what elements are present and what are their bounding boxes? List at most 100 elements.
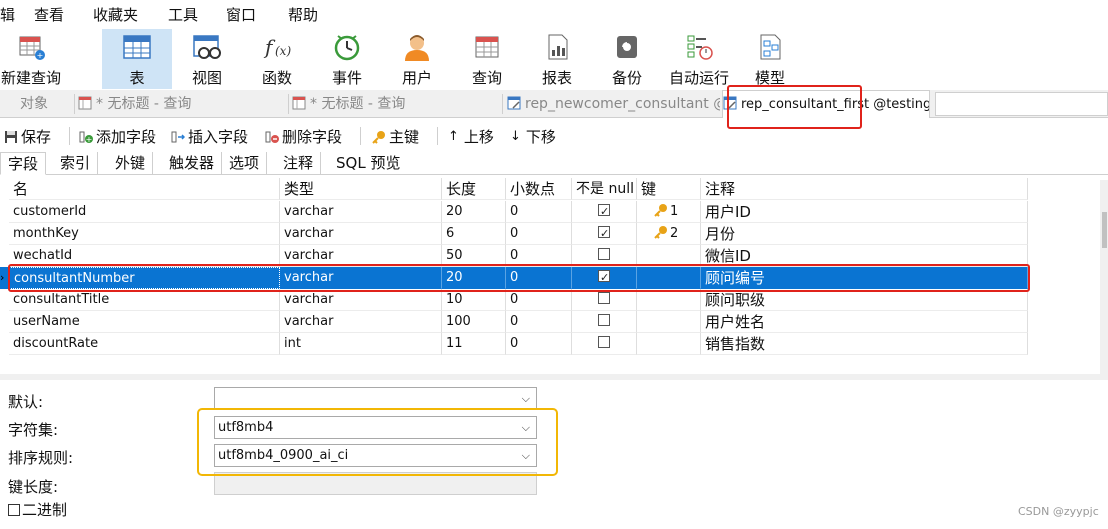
tab-fields[interactable]: 字段 bbox=[0, 152, 47, 175]
binary-checkbox-box[interactable] bbox=[8, 504, 20, 516]
cell-length[interactable]: 11 bbox=[442, 333, 506, 355]
key-cell[interactable]: 1 bbox=[637, 201, 701, 223]
tab-rep-newcomer-consultant[interactable]: rep_newcomer_consultant @te... bbox=[507, 90, 720, 118]
cell-decimals[interactable]: 0 bbox=[506, 201, 572, 223]
menu-window[interactable]: 窗口 bbox=[226, 4, 256, 25]
not-null-cell[interactable] bbox=[572, 223, 637, 245]
cell-name[interactable]: monthKey bbox=[9, 223, 280, 245]
cell-type[interactable]: varchar bbox=[280, 289, 442, 311]
tab-foreign-keys[interactable]: 外键 bbox=[108, 152, 154, 175]
not-null-checkbox[interactable] bbox=[598, 248, 610, 260]
tab-objects[interactable]: 对象 bbox=[20, 90, 75, 118]
column-header-not-null[interactable]: 不是 null bbox=[572, 178, 637, 200]
move-down-button[interactable]: ↓ 下移 bbox=[510, 126, 556, 147]
not-null-checkbox[interactable] bbox=[598, 223, 610, 244]
column-header-comment[interactable]: 注释 bbox=[701, 178, 1028, 200]
cell-comment[interactable]: 用户姓名 bbox=[701, 311, 1028, 333]
grid-horizontal-splitter[interactable] bbox=[0, 374, 1108, 380]
grid-vertical-scrollbar[interactable] bbox=[1100, 180, 1108, 374]
cell-decimals[interactable]: 0 bbox=[506, 311, 572, 333]
insert-field-button[interactable]: 插入字段 bbox=[171, 126, 248, 147]
cell-name[interactable]: discountRate bbox=[9, 333, 280, 355]
menu-help[interactable]: 帮助 bbox=[288, 4, 318, 25]
view-button[interactable]: 视图 bbox=[172, 29, 242, 89]
tab-sql-preview[interactable]: SQL 预览 bbox=[329, 152, 407, 175]
not-null-cell[interactable] bbox=[572, 289, 637, 311]
table-row[interactable]: customerIdvarchar200 1 用户ID bbox=[0, 201, 1028, 223]
column-header-name[interactable]: 名 bbox=[9, 178, 280, 200]
cell-decimals[interactable]: 0 bbox=[506, 289, 572, 311]
primary-key-button[interactable]: 主键 bbox=[372, 126, 419, 147]
cell-type[interactable]: int bbox=[280, 333, 442, 355]
cell-length[interactable]: 20 bbox=[442, 201, 506, 223]
key-cell[interactable] bbox=[637, 289, 701, 311]
menu-view[interactable]: 查看 bbox=[34, 4, 64, 25]
binary-checkbox[interactable]: 二进制 bbox=[8, 499, 67, 520]
not-null-cell[interactable] bbox=[572, 333, 637, 355]
column-header-length[interactable]: 长度 bbox=[442, 178, 506, 200]
add-field-button[interactable]: + 添加字段 bbox=[79, 126, 156, 147]
new-query-button[interactable]: + 新建查询 bbox=[0, 29, 67, 89]
user-button[interactable]: 用户 bbox=[382, 29, 452, 89]
cell-decimals[interactable]: 0 bbox=[506, 333, 572, 355]
table-row[interactable]: monthKeyvarchar60 2 月份 bbox=[0, 223, 1028, 245]
cell-name[interactable]: customerId bbox=[9, 201, 280, 223]
tab-strip-search-field[interactable] bbox=[935, 92, 1108, 116]
menu-favorites[interactable]: 收藏夹 bbox=[93, 4, 138, 25]
not-null-checkbox[interactable] bbox=[598, 314, 610, 326]
table-row[interactable]: consultantTitle varchar 10 0 顾问职级 bbox=[0, 289, 1028, 311]
table-button[interactable]: 表 bbox=[102, 29, 172, 89]
not-null-cell[interactable] bbox=[572, 311, 637, 333]
cell-name[interactable]: userName bbox=[9, 311, 280, 333]
key-cell[interactable]: 2 bbox=[637, 223, 701, 245]
move-up-button[interactable]: ↑ 上移 bbox=[448, 126, 494, 147]
grid-scrollbar-thumb[interactable] bbox=[1102, 212, 1107, 248]
column-header-decimals[interactable]: 小数点 bbox=[506, 178, 572, 200]
event-button[interactable]: 事件 bbox=[312, 29, 382, 89]
menu-tools[interactable]: 工具 bbox=[168, 4, 198, 25]
key-icon bbox=[654, 204, 667, 217]
cell-length[interactable]: 100 bbox=[442, 311, 506, 333]
cell-type[interactable]: varchar bbox=[280, 201, 442, 223]
backup-button[interactable]: 备份 bbox=[592, 29, 662, 89]
report-button[interactable]: 报表 bbox=[522, 29, 592, 89]
column-header-type[interactable]: 类型 bbox=[280, 178, 442, 200]
default-field[interactable]: ⌵ bbox=[214, 387, 537, 410]
key-cell[interactable] bbox=[637, 333, 701, 355]
tab-comment[interactable]: 注释 bbox=[276, 152, 322, 175]
query-button[interactable]: 查询 bbox=[452, 29, 522, 89]
cell-length[interactable]: 6 bbox=[442, 223, 506, 245]
cell-comment[interactable]: 月份 bbox=[701, 223, 1028, 245]
save-button[interactable]: 保存 bbox=[4, 126, 51, 147]
cell-decimals[interactable]: 0 bbox=[506, 223, 572, 245]
automation-button[interactable]: 自动运行 bbox=[662, 29, 736, 89]
tab-triggers[interactable]: 触发器 bbox=[162, 152, 223, 175]
column-header-key[interactable]: 键 bbox=[637, 178, 701, 200]
delete-field-button[interactable]: 删除字段 bbox=[265, 126, 342, 147]
not-null-checkbox[interactable] bbox=[598, 292, 610, 304]
function-button[interactable]: f (x) 函数 bbox=[242, 29, 312, 89]
tab-untitled-query-2[interactable]: * 无标题 - 查询 bbox=[292, 90, 502, 118]
menu-edit[interactable]: 辑 bbox=[0, 4, 15, 25]
toolbar-divider bbox=[437, 127, 438, 145]
not-null-checkbox[interactable] bbox=[598, 336, 610, 348]
move-up-label: 上移 bbox=[463, 128, 494, 146]
not-null-cell[interactable] bbox=[572, 201, 637, 223]
cell-comment[interactable]: 顾问职级 bbox=[701, 289, 1028, 311]
model-button[interactable]: 模型 bbox=[735, 29, 805, 89]
table-row[interactable]: discountRate int 11 0 销售指数 bbox=[0, 333, 1028, 355]
cell-name[interactable]: consultantTitle bbox=[9, 289, 280, 311]
tab-options[interactable]: 选项 bbox=[222, 152, 268, 175]
cell-comment[interactable]: 用户ID bbox=[701, 201, 1028, 223]
query-tab-icon bbox=[292, 96, 306, 110]
cell-length[interactable]: 10 bbox=[442, 289, 506, 311]
cell-comment[interactable]: 销售指数 bbox=[701, 333, 1028, 355]
add-field-icon: + bbox=[79, 131, 93, 144]
tab-indexes[interactable]: 索引 bbox=[53, 152, 99, 175]
cell-type[interactable]: varchar bbox=[280, 311, 442, 333]
cell-type[interactable]: varchar bbox=[280, 223, 442, 245]
tab-untitled-query-1[interactable]: * 无标题 - 查询 bbox=[78, 90, 288, 118]
not-null-checkbox[interactable] bbox=[598, 201, 610, 222]
key-cell[interactable] bbox=[637, 311, 701, 333]
table-row[interactable]: userName varchar 100 0 用户姓名 bbox=[0, 311, 1028, 333]
